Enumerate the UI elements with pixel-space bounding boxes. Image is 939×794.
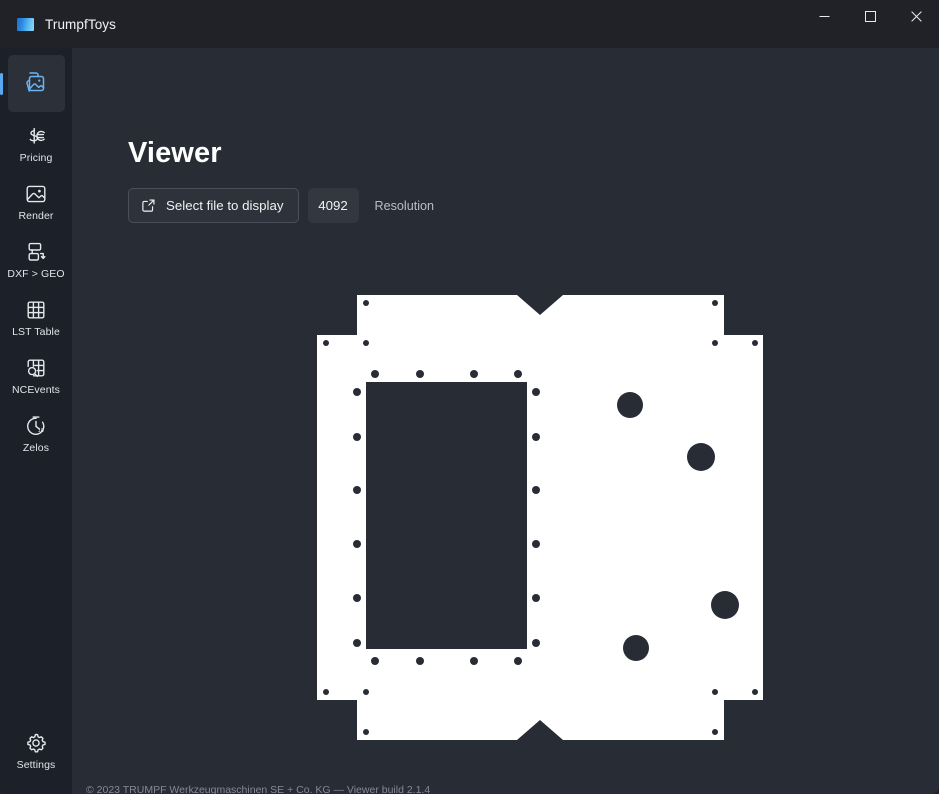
stopwatch-icon: 10 [24, 414, 48, 438]
sidebar-item-label: DXF > GEO [7, 268, 65, 280]
sidebar-item-pricing[interactable]: Pricing [8, 118, 65, 170]
small-hole [416, 370, 424, 378]
large-hole [711, 591, 739, 619]
sidebar-item-settings[interactable]: Settings [8, 725, 65, 777]
small-hole [752, 340, 758, 346]
inner-rectangle-cutout [366, 382, 527, 649]
sidebar-item-zelos[interactable]: 10 Zelos [8, 408, 65, 460]
svg-text:10: 10 [38, 428, 44, 434]
small-hole [712, 300, 718, 306]
sidebar-item-dxf-geo[interactable]: DXF > GEO [7, 234, 65, 286]
sidebar: Pricing Render DXF > GEO LST Table NCEve… [0, 48, 72, 794]
app-window: TrumpfToys Pricing Render DXF > GEO LST … [0, 0, 939, 794]
minimize-button[interactable] [801, 0, 847, 33]
small-hole [353, 433, 361, 441]
small-hole [371, 657, 379, 665]
small-hole [353, 639, 361, 647]
small-hole [752, 689, 758, 695]
sidebar-item-label: NCEvents [11, 384, 61, 396]
small-hole [353, 594, 361, 602]
drawing-canvas[interactable] [72, 243, 939, 773]
select-file-label: Select file to display [166, 198, 284, 213]
viewer-toolbar: Select file to display Resolution [128, 188, 434, 223]
small-hole [532, 540, 540, 548]
small-hole [323, 689, 329, 695]
small-hole [363, 729, 369, 735]
sidebar-item-label: Zelos [22, 442, 50, 454]
small-hole [514, 657, 522, 665]
app-logo-icon [17, 17, 34, 31]
sidebar-item-render[interactable]: Render [8, 176, 65, 228]
status-bar: © 2023 TRUMPF Werkzeugmaschinen SE + Co.… [72, 784, 939, 794]
external-link-icon [142, 199, 155, 212]
sidebar-bottom: Settings [0, 722, 72, 794]
small-hole [470, 657, 478, 665]
app-title: TrumpfToys [45, 16, 117, 32]
status-bar-text: © 2023 TRUMPF Werkzeugmaschinen SE + Co.… [86, 784, 431, 794]
sidebar-item-label: Pricing [19, 152, 53, 164]
small-hole [712, 340, 718, 346]
small-hole [371, 370, 379, 378]
small-hole [363, 689, 369, 695]
file-convert-icon [24, 240, 48, 264]
small-hole [353, 540, 361, 548]
maximize-button[interactable] [847, 0, 893, 33]
small-hole [712, 729, 718, 735]
maximize-icon [864, 11, 876, 22]
resolution-input[interactable] [307, 188, 359, 223]
grid-icon [24, 298, 48, 322]
small-hole [532, 486, 540, 494]
large-hole [623, 635, 649, 661]
title-bar: TrumpfToys [0, 0, 939, 48]
currency-icon [24, 124, 48, 148]
close-button[interactable] [893, 0, 939, 33]
minimize-icon [819, 16, 829, 17]
select-file-button[interactable]: Select file to display [128, 188, 299, 223]
sidebar-item-viewer[interactable] [7, 55, 65, 112]
small-hole [532, 594, 540, 602]
sidebar-item-label: Render [18, 210, 54, 222]
small-hole [416, 657, 424, 665]
small-hole [363, 340, 369, 346]
small-hole [514, 370, 522, 378]
small-hole [323, 340, 329, 346]
sidebar-item-ncevents[interactable]: NCEvents [8, 350, 65, 402]
title-bar-left: TrumpfToys [0, 17, 116, 32]
small-hole [363, 300, 369, 306]
small-hole [532, 388, 540, 396]
sidebar-item-label: LST Table [12, 326, 60, 338]
sidebar-item-label: Settings [16, 759, 56, 771]
small-hole [532, 433, 540, 441]
small-hole [353, 388, 361, 396]
page-title: Viewer [128, 137, 222, 169]
window-controls [801, 0, 939, 48]
small-hole [470, 370, 478, 378]
sidebar-nav-list: Pricing Render DXF > GEO LST Table NCEve… [0, 52, 72, 463]
sheet-metal-part-preview [317, 295, 763, 740]
resolution-label: Resolution [374, 198, 435, 213]
large-hole [617, 392, 643, 418]
small-hole [532, 639, 540, 647]
sidebar-item-lst-table[interactable]: LST Table [8, 292, 65, 344]
grid-search-icon [24, 356, 48, 380]
gear-icon [24, 731, 48, 755]
main-content: Viewer Select file to display Resolution [72, 48, 939, 794]
small-hole [353, 486, 361, 494]
close-icon [910, 11, 922, 22]
large-hole [687, 443, 715, 471]
window-body: Pricing Render DXF > GEO LST Table NCEve… [0, 48, 939, 794]
small-hole [712, 689, 718, 695]
image-icon [24, 182, 48, 206]
images-stack-icon [24, 70, 48, 94]
